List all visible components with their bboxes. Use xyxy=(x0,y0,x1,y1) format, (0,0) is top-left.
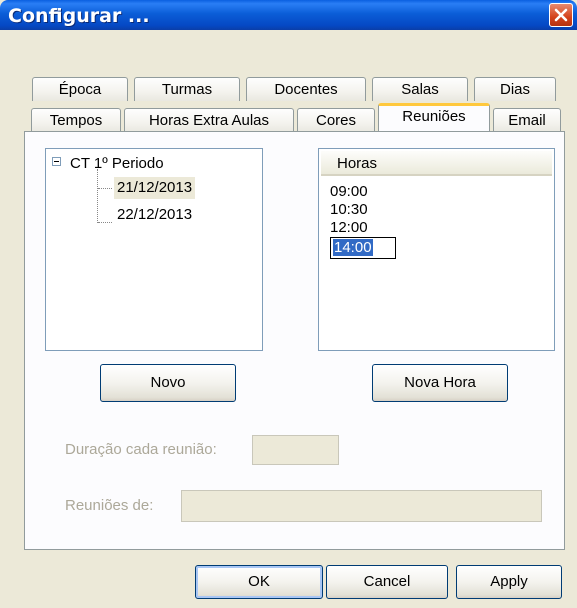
hours-column-header[interactable]: Horas xyxy=(321,151,552,176)
tab-label: Turmas xyxy=(161,81,213,98)
tab-label: Email xyxy=(508,112,546,129)
cancel-button[interactable]: Cancel xyxy=(326,565,448,599)
list-item[interactable]: 09:00 xyxy=(330,183,368,201)
button-label: Apply xyxy=(490,573,528,590)
reunioes-de-label: Reuniões de: xyxy=(65,497,154,514)
meetings-tree[interactable]: CT 1º Periodo 21/12/2013 22/12/2013 xyxy=(45,148,263,351)
list-item[interactable]: 12:00 xyxy=(330,219,368,237)
tab-dias[interactable]: Dias xyxy=(474,77,556,101)
tab-salas[interactable]: Salas xyxy=(372,77,468,101)
button-label: Nova Hora xyxy=(404,374,476,391)
tree-connector xyxy=(98,188,112,189)
tab-label: Cores xyxy=(315,112,356,129)
duracao-label: Duração cada reunião: xyxy=(65,441,217,458)
list-item[interactable]: 10:30 xyxy=(330,201,368,219)
hour-edit-field[interactable]: 14:00 xyxy=(330,237,396,259)
tree-root-item[interactable]: CT 1º Periodo xyxy=(70,154,164,174)
tab-reunioes[interactable]: Reuniões xyxy=(378,103,490,131)
reunioes-de-field xyxy=(181,490,542,522)
tree-item-date[interactable]: 22/12/2013 xyxy=(114,204,195,226)
column-header-label: Horas xyxy=(337,155,378,172)
tab-docentes[interactable]: Docentes xyxy=(246,77,366,101)
tab-label: Reuniões xyxy=(402,108,466,125)
tab-label: Salas xyxy=(401,81,439,98)
ok-button[interactable]: OK xyxy=(195,565,323,599)
tab-cores[interactable]: Cores xyxy=(297,108,375,132)
apply-button[interactable]: Apply xyxy=(456,565,562,599)
tab-label: Horas Extra Aulas xyxy=(148,112,270,129)
button-label: OK xyxy=(248,573,270,590)
hour-edit-text: 14:00 xyxy=(333,239,373,256)
tab-label: Época xyxy=(58,81,102,98)
hours-list[interactable]: Horas 09:00 10:30 12:00 14:00 xyxy=(318,148,555,351)
tab-label: Docentes xyxy=(274,81,338,98)
tree-connector xyxy=(97,169,98,223)
close-button[interactable] xyxy=(549,3,573,27)
collapse-icon[interactable] xyxy=(52,157,61,166)
tab-email[interactable]: Email xyxy=(493,108,561,132)
tab-horas-extra-aulas[interactable]: Horas Extra Aulas xyxy=(124,108,294,132)
tab-epoca[interactable]: Época xyxy=(32,77,128,101)
close-icon xyxy=(554,8,568,22)
nova-hora-button[interactable]: Nova Hora xyxy=(372,364,508,402)
title-bar[interactable]: Configurar ... xyxy=(0,0,577,30)
tab-tempos[interactable]: Tempos xyxy=(31,108,121,132)
window-title: Configurar ... xyxy=(8,5,150,27)
tab-label: Dias xyxy=(499,81,530,98)
tab-label: Tempos xyxy=(49,112,103,129)
button-label: Cancel xyxy=(363,573,411,590)
tree-connector xyxy=(98,222,112,223)
button-label: Novo xyxy=(150,374,186,391)
novo-button[interactable]: Novo xyxy=(100,364,236,402)
tree-item-date[interactable]: 21/12/2013 xyxy=(114,177,196,199)
duracao-field xyxy=(252,435,339,465)
tab-turmas[interactable]: Turmas xyxy=(134,77,240,101)
